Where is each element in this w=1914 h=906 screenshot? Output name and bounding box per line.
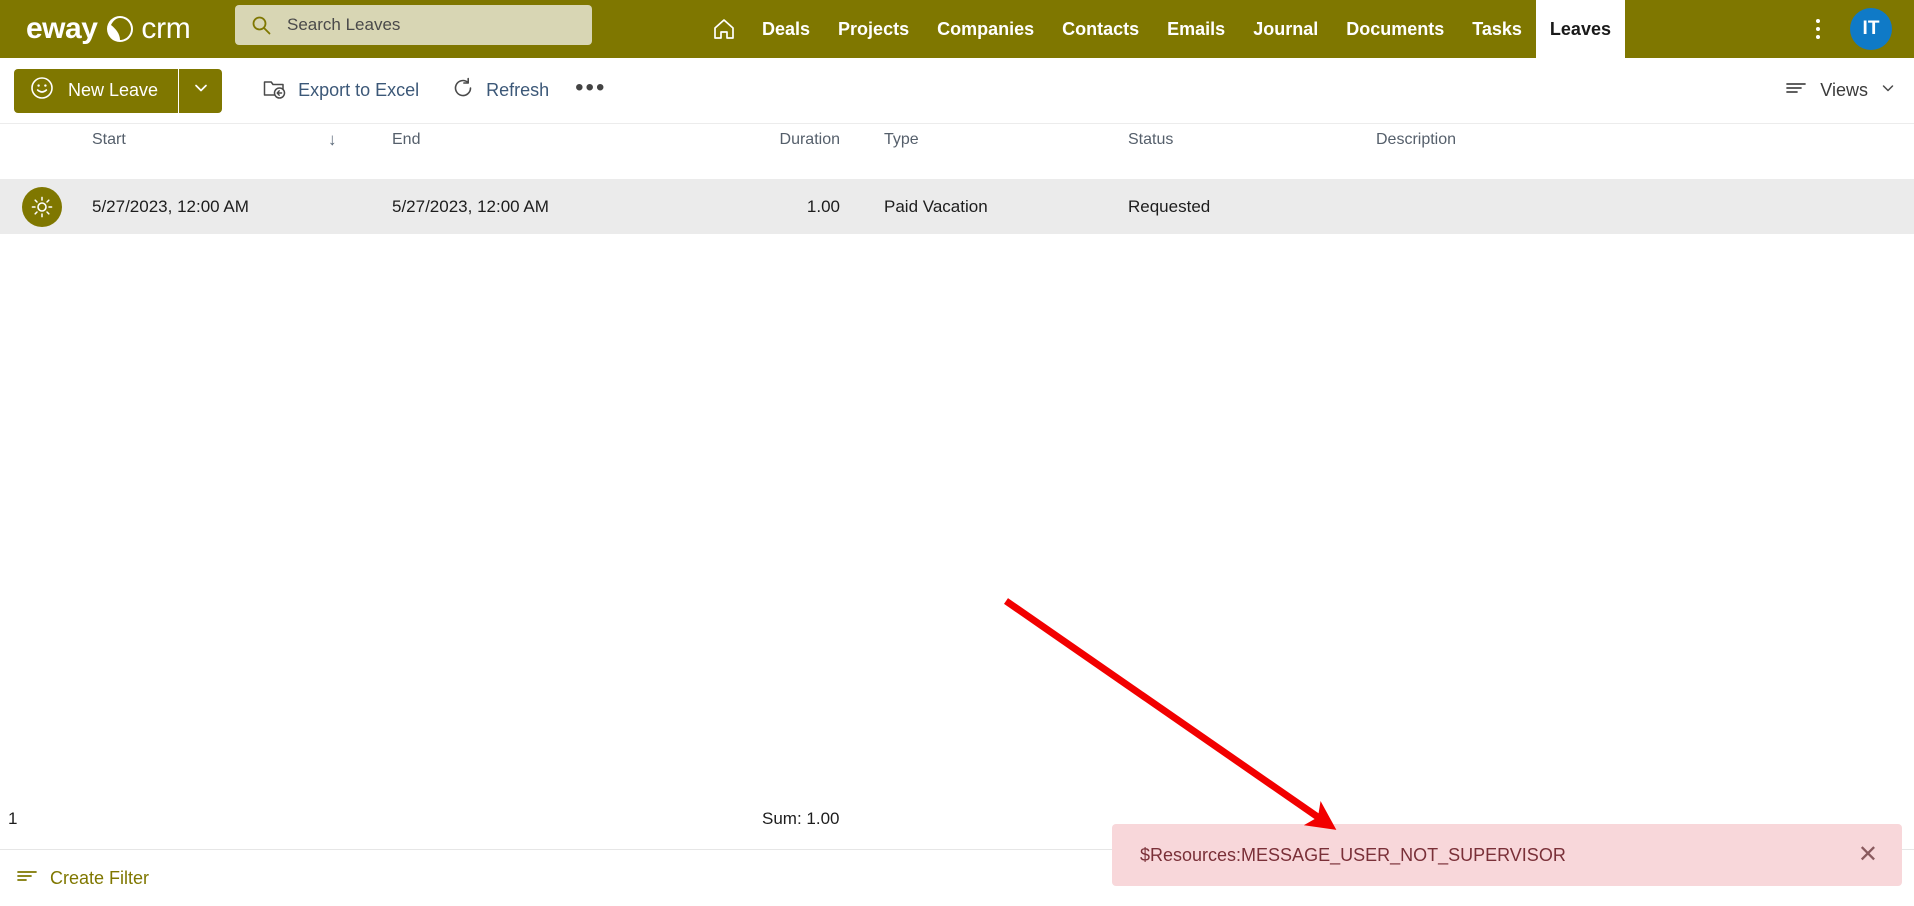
brand-name-crm: crm [141,12,191,45]
navbar-right-controls: IT [1800,0,1914,58]
new-leave-dropdown-button[interactable] [178,68,223,113]
kebab-menu-icon[interactable] [1800,0,1836,58]
export-to-excel-label: Export to Excel [298,80,420,100]
record-count: 1 [8,808,18,828]
home-icon[interactable] [700,0,748,58]
grid-column-headers: Start ↓ End Duration Type Status Descrip… [0,124,1914,156]
new-leave-split-button: New Leave [14,68,223,113]
nav-item-companies[interactable]: Companies [923,0,1048,58]
nav-item-documents[interactable]: Documents [1332,0,1458,58]
cell-end: 5/27/2023, 12:00 AM [392,196,549,216]
column-header-description[interactable]: Description [1376,131,1456,149]
top-navigation-bar: eway crm Deals Projects Companies Contac… [0,0,1914,58]
filter-lines-icon [16,865,38,892]
nav-item-projects[interactable]: Projects [824,0,923,58]
export-folder-icon [262,76,287,106]
new-leave-button[interactable]: New Leave [14,68,179,113]
smiley-face-icon [30,76,54,105]
search-input[interactable] [287,10,577,40]
views-label: Views [1820,80,1868,100]
toolbar-overflow-button[interactable]: ••• [561,75,620,100]
cell-type: Paid Vacation [884,196,988,216]
nav-item-journal[interactable]: Journal [1239,0,1332,58]
chevron-down-icon [1880,80,1896,101]
duration-sum: Sum: 1.00 [762,808,840,828]
column-header-type[interactable]: Type [884,131,919,149]
cell-status: Requested [1128,196,1211,216]
toast-message: $Resources:MESSAGE_USER_NOT_SUPERVISOR [1140,844,1566,865]
close-icon[interactable]: ✕ [1858,843,1878,867]
refresh-button[interactable]: Refresh [439,69,561,113]
views-button[interactable]: Views [1784,76,1896,105]
nav-item-leaves[interactable]: Leaves [1535,0,1625,58]
nav-item-deals[interactable]: Deals [748,0,824,58]
search-box[interactable] [235,5,592,45]
sun-leave-icon [22,186,62,227]
search-icon [251,15,271,35]
views-lines-icon [1784,76,1808,105]
cell-start: 5/27/2023, 12:00 AM [92,196,249,216]
refresh-icon [451,76,475,105]
table-row[interactable]: 5/27/2023, 12:00 AM 5/27/2023, 12:00 AM … [0,179,1914,234]
column-header-status[interactable]: Status [1128,131,1173,149]
refresh-label: Refresh [486,80,550,100]
create-filter-button[interactable]: Create Filter [16,865,149,892]
export-to-excel-button[interactable]: Export to Excel [250,69,431,113]
eway-logo-mark [106,15,134,43]
main-navigation: Deals Projects Companies Contacts Emails… [700,0,1625,58]
avatar[interactable]: IT [1850,8,1892,50]
chevron-down-icon [192,79,210,102]
command-toolbar: New Leave Export to Excel Refresh ••• Vi… [0,58,1914,124]
column-header-end[interactable]: End [392,131,420,149]
column-header-duration[interactable]: Duration [720,131,840,149]
new-leave-label: New Leave [68,80,159,100]
create-filter-label: Create Filter [50,867,150,888]
error-toast: $Resources:MESSAGE_USER_NOT_SUPERVISOR ✕ [1112,824,1902,886]
nav-item-tasks[interactable]: Tasks [1458,0,1536,58]
cell-duration: 1.00 [806,196,840,216]
sort-indicator-icon[interactable]: ↓ [328,130,337,150]
nav-item-emails[interactable]: Emails [1153,0,1239,58]
column-header-start[interactable]: Start [92,131,126,149]
brand-name-eway: eway [26,12,98,45]
nav-item-contacts[interactable]: Contacts [1048,0,1153,58]
